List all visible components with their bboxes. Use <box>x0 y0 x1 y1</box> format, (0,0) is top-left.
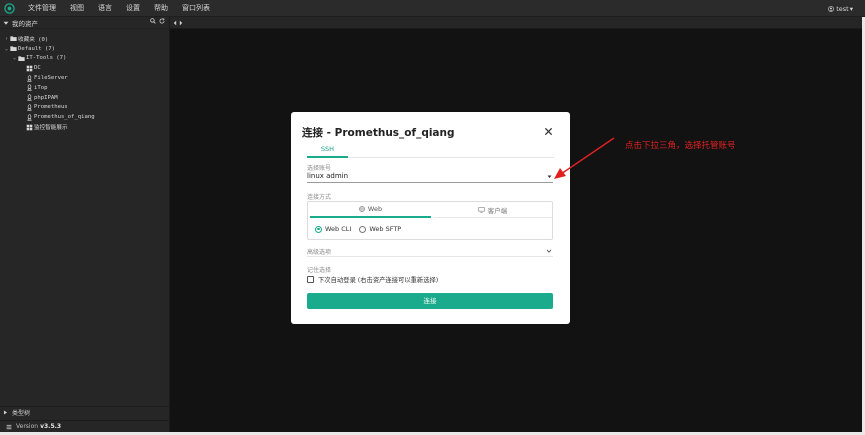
menu-item-5[interactable]: 窗口列表 <box>182 0 210 17</box>
menu-item-0[interactable]: 文件管理 <box>28 0 56 17</box>
windows-icon <box>26 65 33 72</box>
linux-icon <box>26 84 33 91</box>
user-name: test <box>836 4 849 13</box>
tree-node[interactable]: ⌄ IT-Tools (7) <box>0 54 169 64</box>
type-tree-toggle[interactable]: 类型树 <box>0 406 170 418</box>
folder-icon <box>10 45 17 52</box>
folder-icon <box>18 55 25 62</box>
radio-web-cli[interactable] <box>315 225 322 233</box>
advanced-label: 高级选项 <box>307 249 332 256</box>
tree-node[interactable]: phpIPAM <box>0 93 169 103</box>
asset-sidebar: 我的资产 › 收藏夹 (0) ⌄ Default (7) ⌄ IT-Tools (7) DC… <box>0 17 170 435</box>
menu-item-3[interactable]: 设置 <box>126 0 140 17</box>
menu-item-2[interactable]: 语言 <box>98 0 112 17</box>
expand-toggle-icon[interactable]: ⌄ <box>11 55 18 61</box>
account-select[interactable]: linux admin <box>307 172 553 183</box>
expand-toggle-icon[interactable]: › <box>3 36 10 42</box>
advanced-options[interactable]: 高级选项 <box>307 246 553 257</box>
auto-login-row: 下次自动登录 (右击资产连接可以重新选择) <box>307 275 438 284</box>
sidebar-title: 我的资产 <box>12 19 38 28</box>
account-value: linux admin <box>307 172 349 180</box>
tree-node-label: iTop <box>34 84 48 91</box>
tree-node-label: phpIPAM <box>34 94 58 101</box>
connect-method-box: Web 客户端 Web CLI Web SFTP <box>307 201 553 240</box>
option-web-cli: Web CLI <box>325 225 352 233</box>
monitor-icon <box>478 206 485 213</box>
search-icon[interactable] <box>150 18 156 24</box>
main-menu: 文件管理 视图 语言 设置 帮助 窗口列表 <box>28 0 224 17</box>
tree-node[interactable]: Promethus_of_qiang <box>0 112 169 122</box>
user-icon <box>828 5 835 12</box>
tab-web-label: Web <box>367 205 383 213</box>
chevron-down-icon <box>546 249 552 253</box>
collapse-caret-icon[interactable] <box>3 20 9 26</box>
method-label: 连接方式 <box>307 194 332 201</box>
tab-web[interactable]: Web <box>310 202 431 218</box>
tab-ssh[interactable]: SSH <box>307 144 348 158</box>
menu-item-4[interactable]: 帮助 <box>154 0 168 17</box>
connect-button[interactable]: 连接 <box>307 293 553 309</box>
refresh-icon[interactable] <box>159 18 165 24</box>
user-menu[interactable]: test ▾ <box>828 0 853 17</box>
tree-node[interactable]: DC <box>0 63 169 73</box>
auto-login-text: 下次自动登录 (右击资产连接可以重新选择) <box>318 277 439 284</box>
tree-node-label: Prometheus <box>34 104 68 111</box>
tree-node-label: DC <box>34 65 41 72</box>
list-menu-icon[interactable] <box>6 424 12 430</box>
workspace-tab-bar <box>170 17 865 29</box>
tree-node-label: FileServer <box>34 75 68 82</box>
globe-icon <box>359 206 365 212</box>
protocol-tabs: SSH <box>307 144 554 158</box>
top-menu-bar: 文件管理 视图 语言 设置 帮助 窗口列表 test ▾ <box>0 0 865 17</box>
tree-node-label: IT-Tools (7) <box>26 55 67 62</box>
radio-web-sftp[interactable] <box>359 225 367 233</box>
tree-node-label: Promethus_of_qiang <box>34 114 95 121</box>
expand-toggle-icon[interactable]: ⌄ <box>3 46 10 52</box>
annotation-text: 点击下拉三角，选择托管账号 <box>625 141 736 151</box>
tree-node-label: Default (7) <box>18 45 56 52</box>
option-web-sftp: Web SFTP <box>369 225 402 233</box>
tree-node[interactable]: › 收藏夹 (0) <box>0 34 169 44</box>
dialog-title: 连接 - Promethus_of_qiang <box>302 127 455 139</box>
tab-client-label: 客户端 <box>487 206 508 215</box>
tree-node-label: 监控智能展示 <box>34 125 68 132</box>
type-tree-label: 类型树 <box>12 410 31 417</box>
account-label: 选择账号 <box>307 165 332 172</box>
expand-caret-icon <box>4 410 7 415</box>
tree-node-label: 收藏夹 (0) <box>18 36 49 43</box>
asset-tree: › 收藏夹 (0) ⌄ Default (7) ⌄ IT-Tools (7) DC FileS… <box>0 29 169 132</box>
version-number: v3.5.3 <box>40 423 62 430</box>
connect-options: Web CLI Web SFTP <box>315 225 401 233</box>
linux-icon <box>26 114 33 121</box>
folder-icon <box>10 35 17 42</box>
windows-icon <box>26 124 33 131</box>
tree-node[interactable]: 监控智能展示 <box>0 122 169 132</box>
version-bar: Version v3.5.3 <box>0 420 170 432</box>
tree-node[interactable]: Prometheus <box>0 103 169 113</box>
tab-client[interactable]: 客户端 <box>433 202 552 218</box>
tree-node[interactable]: FileServer <box>0 73 169 83</box>
menu-item-1[interactable]: 视图 <box>70 0 84 17</box>
remember-label: 记住选择 <box>307 267 332 274</box>
tree-node[interactable]: iTop <box>0 83 169 93</box>
version-label: Version <box>16 423 39 430</box>
tab-scroll-right-icon[interactable] <box>179 20 183 26</box>
user-caret: ▾ <box>849 4 853 13</box>
app-logo-icon <box>4 3 15 14</box>
linux-icon <box>26 94 33 101</box>
tab-scroll-left-icon[interactable] <box>173 20 177 26</box>
linux-icon <box>26 104 33 111</box>
connect-dialog: 连接 - Promethus_of_qiang SSH 选择账号 linux a… <box>291 112 570 324</box>
sidebar-header[interactable]: 我的资产 <box>0 17 169 29</box>
annotation-arrow <box>554 137 615 179</box>
auto-login-checkbox[interactable] <box>307 276 314 283</box>
linux-icon <box>26 74 33 82</box>
tree-node[interactable]: ⌄ Default (7) <box>0 44 169 54</box>
